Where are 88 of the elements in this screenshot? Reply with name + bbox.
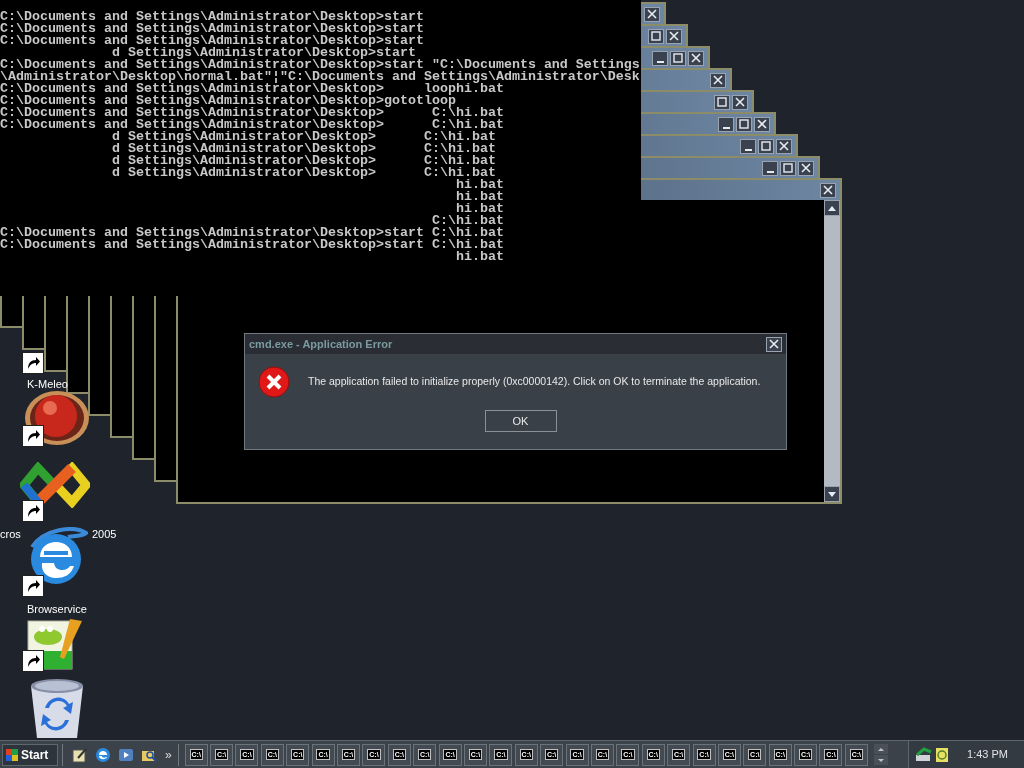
console-line: C:\Documents and Settings\Administrator\Desktop>gototloop <box>0 95 456 107</box>
down-arrow-icon <box>828 491 836 497</box>
close-icon <box>823 185 833 195</box>
dialog-title: cmd.exe - Application Error <box>249 336 393 352</box>
console-line: \Administrator\Desktop\normal.bat"¦"C:\Documents and Settings\Administrator\Desk <box>0 71 640 83</box>
maximize-icon <box>673 53 683 63</box>
console-line: C:\Documents and Settings\Administrator\Desktop> loophi.bat <box>0 83 504 95</box>
error-icon <box>258 366 290 398</box>
console-line: hi.bat <box>455 203 504 215</box>
console-line: C:\Documents and Settings\Administrator\Desktop>start <box>0 11 424 23</box>
maximize-icon <box>761 141 771 151</box>
console-line: C:\Documents and Settings\Administrator\Desktop>start <box>0 35 424 47</box>
console-line: C:\Documents and Settings\Administrator\Desktop>start "C:\Documents and Settings <box>0 59 640 71</box>
icon-label: K-Meleo <box>27 377 68 391</box>
close-icon <box>691 53 701 63</box>
up-arrow-icon <box>828 205 836 211</box>
console-line: C:\Documents and Settings\Administrator\Desktop> C:\hi.bat <box>0 107 504 119</box>
minimize-icon <box>766 170 774 173</box>
minimize-icon <box>656 60 664 63</box>
console-line: hi.bat <box>454 251 504 263</box>
maximize-icon <box>717 97 727 107</box>
close-icon <box>779 141 789 151</box>
console-line: d Settings\Administrator\Desktop> C:\hi.bat <box>110 155 496 167</box>
desktop-icon[interactable] <box>72 746 88 763</box>
up-arrow-icon <box>877 747 884 751</box>
console-line: C:\Documents and Settings\Administrator\Desktop>start <box>0 23 424 35</box>
start-button[interactable]: Start <box>2 743 58 766</box>
console-line: d Settings\Administrator\Desktop> C:\hi.bat <box>110 167 496 179</box>
maximize-icon <box>651 31 661 41</box>
note-icon[interactable] <box>935 746 949 763</box>
console-line: C:\hi.bat <box>430 215 504 227</box>
close-icon <box>735 97 745 107</box>
scroll-up-button[interactable] <box>824 200 840 216</box>
network-icon[interactable] <box>915 746 933 763</box>
media-player-icon[interactable] <box>118 746 134 763</box>
minimize-button[interactable] <box>718 116 734 132</box>
minimize-button[interactable] <box>762 160 778 176</box>
e-globe-icon[interactable] <box>95 746 111 763</box>
close-button[interactable] <box>798 160 814 176</box>
close-button[interactable] <box>766 336 782 352</box>
minimize-icon <box>744 148 752 151</box>
clock: 1:43 PM <box>967 747 1008 763</box>
error-message: The application failed to initialize properly (0xc0000142). Click on OK to terminate the application. <box>308 374 761 390</box>
maximize-icon <box>783 163 793 173</box>
console-line: C:\Documents and Settings\Administrator\Desktop>start C:\hi.bat <box>0 227 504 239</box>
close-button[interactable] <box>666 28 682 44</box>
knot-logo-icon <box>20 462 90 508</box>
minimize-button[interactable] <box>740 138 756 154</box>
more-chevron[interactable]: » <box>165 745 172 764</box>
close-icon <box>801 163 811 173</box>
scroll-up-button[interactable] <box>873 744 888 754</box>
maximize-icon <box>739 119 749 129</box>
icon-label: Browservice <box>27 602 87 616</box>
minimize-icon <box>722 126 730 129</box>
maximize-button[interactable] <box>648 28 664 44</box>
minimize-button[interactable] <box>652 50 668 66</box>
scrollbar[interactable] <box>824 200 840 502</box>
ok-button[interactable]: OK <box>484 410 557 432</box>
close-button[interactable] <box>776 138 792 154</box>
console-line: C:\Documents and Settings\Administrator\Desktop>start C:\hi.bat <box>0 239 504 251</box>
close-icon <box>669 31 679 41</box>
console-line: hi.bat <box>454 179 504 191</box>
close-button[interactable] <box>644 6 660 22</box>
close-button[interactable] <box>688 50 704 66</box>
console-line: d Settings\Administrator\Desktop> C:\hi.bat <box>110 131 496 143</box>
close-button[interactable] <box>820 182 836 198</box>
console-line: d Settings\Administrator\Desktop>start <box>111 47 416 59</box>
down-arrow-icon <box>877 758 884 762</box>
close-button[interactable] <box>732 94 748 110</box>
console-line: hi.bat <box>454 191 504 203</box>
scroll-down-button[interactable] <box>824 486 840 502</box>
close-button[interactable] <box>710 72 726 88</box>
icon-label: 2005 <box>92 527 117 541</box>
maximize-button[interactable] <box>780 160 796 176</box>
close-icon <box>769 339 779 349</box>
close-button[interactable] <box>754 116 770 132</box>
maximize-button[interactable] <box>758 138 774 154</box>
maximize-button[interactable] <box>670 50 686 66</box>
close-icon <box>713 75 723 85</box>
flag-icon <box>5 747 19 762</box>
icon-label: cros <box>0 527 21 541</box>
close-icon <box>757 119 767 129</box>
console-line: C:\Documents and Settings\Administrator\Desktop> C:\hi.bat <box>0 119 504 131</box>
maximize-button[interactable] <box>714 94 730 110</box>
maximize-button[interactable] <box>736 116 752 132</box>
console-line: d Settings\Administrator\Desktop> C:\hi.bat <box>110 143 496 155</box>
close-icon <box>647 9 657 19</box>
scroll-down-button[interactable] <box>873 755 888 765</box>
